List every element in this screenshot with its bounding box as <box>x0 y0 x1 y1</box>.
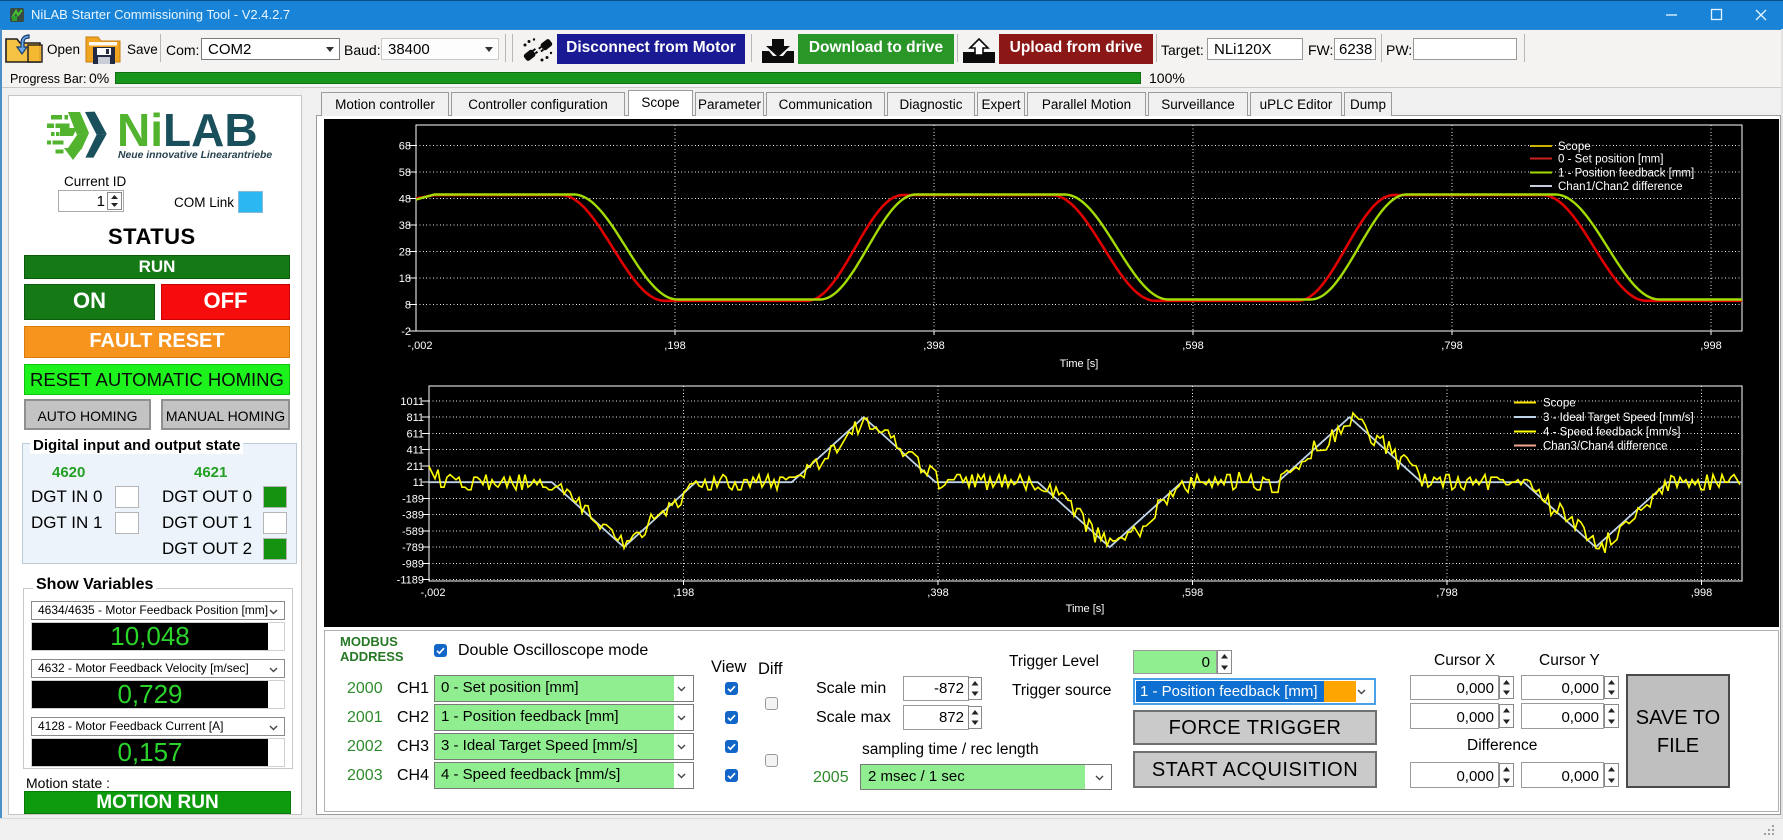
svg-text:NiLAB: NiLAB <box>117 104 258 156</box>
svg-text:28: 28 <box>399 247 411 259</box>
svg-text:,198: ,198 <box>664 340 685 352</box>
svg-text:11: 11 <box>413 477 424 489</box>
svg-text:211: 211 <box>406 461 424 473</box>
svg-text:58: 58 <box>399 167 411 179</box>
svg-text:Scope: Scope <box>1558 141 1591 153</box>
svg-text:Time [s]: Time [s] <box>1060 358 1099 370</box>
svg-text:0 - Set position [mm]: 0 - Set position [mm] <box>1558 154 1663 166</box>
svg-text:68: 68 <box>399 141 411 153</box>
svg-text:-989: -989 <box>402 559 424 571</box>
svg-text:Chan3/Chan4 difference: Chan3/Chan4 difference <box>1543 441 1667 453</box>
svg-text:,198: ,198 <box>673 587 694 599</box>
svg-text:Time [s]: Time [s] <box>1066 603 1105 615</box>
svg-text:,998: ,998 <box>1700 340 1721 352</box>
svg-text:811: 811 <box>406 412 424 424</box>
svg-text:-2: -2 <box>401 326 411 338</box>
svg-text:,398: ,398 <box>923 340 944 352</box>
svg-text:,798: ,798 <box>1436 587 1457 599</box>
svg-text:1011: 1011 <box>400 396 424 408</box>
svg-text:611: 611 <box>406 428 424 440</box>
svg-text:-789: -789 <box>402 542 424 554</box>
svg-text:,798: ,798 <box>1441 340 1462 352</box>
svg-text:,998: ,998 <box>1691 587 1712 599</box>
svg-text:Neue innovative Linearantriebe: Neue innovative Linearantriebe <box>118 150 272 161</box>
svg-text:48: 48 <box>399 194 411 206</box>
svg-text:-589: -589 <box>402 526 424 538</box>
svg-text:18: 18 <box>399 273 411 285</box>
svg-text:4 - Speed feedback [mm/s]: 4 - Speed feedback [mm/s] <box>1543 427 1680 439</box>
svg-text:8: 8 <box>405 300 411 312</box>
svg-text:38: 38 <box>399 220 411 232</box>
svg-text:Chan1/Chan2 difference: Chan1/Chan2 difference <box>1558 181 1682 193</box>
svg-text:-389: -389 <box>402 510 424 522</box>
svg-text:-,002: -,002 <box>420 587 445 599</box>
svg-text:-189: -189 <box>402 493 424 505</box>
svg-text:,398: ,398 <box>927 587 948 599</box>
svg-text:,598: ,598 <box>1182 587 1203 599</box>
svg-text:3 - Ideal Target Speed [mm/s]: 3 - Ideal Target Speed [mm/s] <box>1543 412 1694 424</box>
svg-text:-,002: -,002 <box>407 340 432 352</box>
svg-text:Scope: Scope <box>1543 398 1576 410</box>
svg-text:,598: ,598 <box>1182 340 1203 352</box>
svg-text:-1189: -1189 <box>397 575 424 587</box>
svg-text:1 - Position feedback [mm]: 1 - Position feedback [mm] <box>1558 168 1694 180</box>
svg-text:411: 411 <box>406 445 424 457</box>
